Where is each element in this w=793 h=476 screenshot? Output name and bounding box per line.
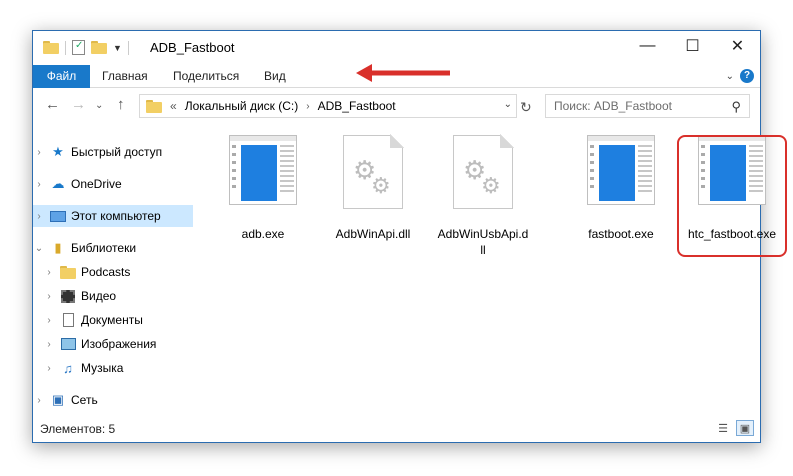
sidebar-item-label: Сеть xyxy=(71,393,98,407)
new-folder-icon[interactable] xyxy=(91,41,107,54)
address-bar[interactable]: « Локальный диск (C:) › ADB_Fastboot ⌄ xyxy=(139,94,517,118)
properties-icon[interactable] xyxy=(72,40,85,55)
sidebar-item-music[interactable]: › ♫ Музыка xyxy=(33,357,193,379)
file-name-line: AdbWinUsbApi.d xyxy=(437,227,529,241)
expand-ribbon-icon[interactable]: ⌄ xyxy=(726,71,734,82)
window-title: ADB_Fastboot xyxy=(150,40,235,55)
navigation-pane: › ★ Быстрый доступ › ☁ OneDrive › Этот к… xyxy=(33,123,193,418)
sidebar-item-label: Быстрый доступ xyxy=(71,145,163,159)
window-controls: — ☐ ✕ xyxy=(625,31,760,61)
expand-icon[interactable]: › xyxy=(33,179,45,190)
recent-locations-chevron-icon[interactable]: ⌄ xyxy=(95,100,103,111)
expand-icon[interactable]: › xyxy=(33,211,45,222)
dll-file-icon: ⚙ ⚙ xyxy=(449,134,517,209)
file-name: adb.exe xyxy=(241,227,285,241)
separator xyxy=(65,40,66,55)
computer-icon xyxy=(49,208,67,224)
tab-home[interactable]: Главная xyxy=(102,65,148,88)
sidebar-item-label: Podcasts xyxy=(81,265,131,279)
folder-icon xyxy=(43,41,59,54)
details-view-icon[interactable]: ☰ xyxy=(714,420,732,436)
sidebar-item-video[interactable]: › Видео xyxy=(33,285,193,307)
folder-icon xyxy=(146,99,162,113)
video-icon xyxy=(59,288,77,304)
exe-file-icon xyxy=(587,135,655,205)
annotation-highlight-box xyxy=(677,135,787,257)
music-icon: ♫ xyxy=(63,360,73,376)
sidebar-item-libraries[interactable]: ⌄ ▮ Библиотеки xyxy=(33,237,193,259)
file-name: fastboot.exe xyxy=(588,227,654,241)
search-box[interactable]: ⚲ xyxy=(545,94,750,118)
sidebar-item-quick-access[interactable]: › ★ Быстрый доступ xyxy=(33,141,193,163)
sidebar-item-this-pc[interactable]: › Этот компьютер xyxy=(33,205,193,227)
item-count: Элементов: 5 xyxy=(40,422,116,436)
help-icon[interactable]: ? xyxy=(740,69,754,83)
minimize-button[interactable]: — xyxy=(625,31,670,61)
expand-icon[interactable]: › xyxy=(33,147,45,158)
back-button[interactable]: ← xyxy=(45,96,60,113)
expand-icon[interactable]: › xyxy=(43,315,55,326)
sidebar-item-network[interactable]: › ▣ Сеть xyxy=(33,389,193,411)
breadcrumb-local-disk[interactable]: Локальный диск (C:) xyxy=(185,99,299,113)
title-bar: ▼ ADB_Fastboot — ☐ ✕ xyxy=(33,31,760,65)
expand-icon[interactable]: › xyxy=(43,267,55,278)
customize-toolbar-icon[interactable]: ▼ xyxy=(113,43,122,53)
expand-icon[interactable]: › xyxy=(33,395,45,406)
expand-icon[interactable]: › xyxy=(43,291,55,302)
sidebar-item-label: Этот компьютер xyxy=(71,209,161,223)
sidebar-item-label: Библиотеки xyxy=(71,241,137,255)
explorer-window: ▼ ADB_Fastboot — ☐ ✕ Файл Главная Подели… xyxy=(32,30,787,443)
breadcrumb-separator-icon[interactable]: › xyxy=(306,101,309,112)
cloud-icon: ☁ xyxy=(51,176,65,191)
forward-button[interactable]: → xyxy=(71,96,86,113)
star-icon: ★ xyxy=(52,144,64,159)
status-bar: Элементов: 5 ☰ ▣ xyxy=(33,416,760,442)
exe-file-icon xyxy=(229,135,297,205)
collapse-icon[interactable]: ⌄ xyxy=(33,243,45,254)
image-icon xyxy=(59,336,77,352)
quick-access-toolbar: ▼ xyxy=(43,40,129,55)
large-icons-view-icon[interactable]: ▣ xyxy=(736,420,754,436)
network-icon: ▣ xyxy=(51,392,65,407)
tab-view[interactable]: Вид xyxy=(264,65,286,88)
file-name: AdbWinApi.dll xyxy=(335,227,411,241)
address-dropdown-icon[interactable]: ⌄ xyxy=(504,99,512,110)
refresh-icon[interactable]: ↻ xyxy=(520,99,532,116)
search-icon[interactable]: ⚲ xyxy=(731,99,741,115)
close-button[interactable]: ✕ xyxy=(715,31,760,61)
file-name-line: ll xyxy=(480,243,486,257)
expand-icon[interactable]: › xyxy=(43,363,55,374)
breadcrumb-overflow[interactable]: « xyxy=(170,99,177,113)
sidebar-item-podcasts[interactable]: › Podcasts xyxy=(33,261,193,283)
dll-file-icon: ⚙ ⚙ xyxy=(339,134,407,209)
sidebar-item-onedrive[interactable]: › ☁ OneDrive xyxy=(33,173,193,195)
up-button[interactable]: ↑ xyxy=(117,96,125,113)
sidebar-item-documents[interactable]: › Документы xyxy=(33,309,193,331)
search-input[interactable] xyxy=(546,95,716,117)
maximize-button[interactable]: ☐ xyxy=(670,31,715,61)
sidebar-item-label: Изображения xyxy=(81,337,157,351)
tab-file[interactable]: Файл xyxy=(33,65,90,88)
breadcrumb-adb-fastboot[interactable]: ADB_Fastboot xyxy=(318,99,396,113)
sidebar-item-label: Документы xyxy=(81,313,143,327)
separator xyxy=(127,40,129,55)
sidebar-item-label: Видео xyxy=(81,289,117,303)
document-icon xyxy=(59,312,77,328)
sidebar-item-images[interactable]: › Изображения xyxy=(33,333,193,355)
folder-icon xyxy=(59,264,77,280)
file-list: adb.exe ⚙ ⚙ AdbWinApi.dll ⚙ ⚙ AdbWinUsbApi… xyxy=(195,123,787,418)
sidebar-item-label: OneDrive xyxy=(71,177,122,191)
file-name: AdbWinUsbApi.d ll xyxy=(427,226,539,258)
annotation-arrow-icon xyxy=(356,64,450,82)
sidebar-item-label: Музыка xyxy=(81,361,124,375)
address-row: ← → ⌄ ↑ « Локальный диск (C:) › ADB_Fast… xyxy=(33,89,760,123)
expand-icon[interactable]: › xyxy=(43,339,55,350)
tab-share[interactable]: Поделиться xyxy=(173,65,239,88)
library-icon: ▮ xyxy=(54,240,62,255)
